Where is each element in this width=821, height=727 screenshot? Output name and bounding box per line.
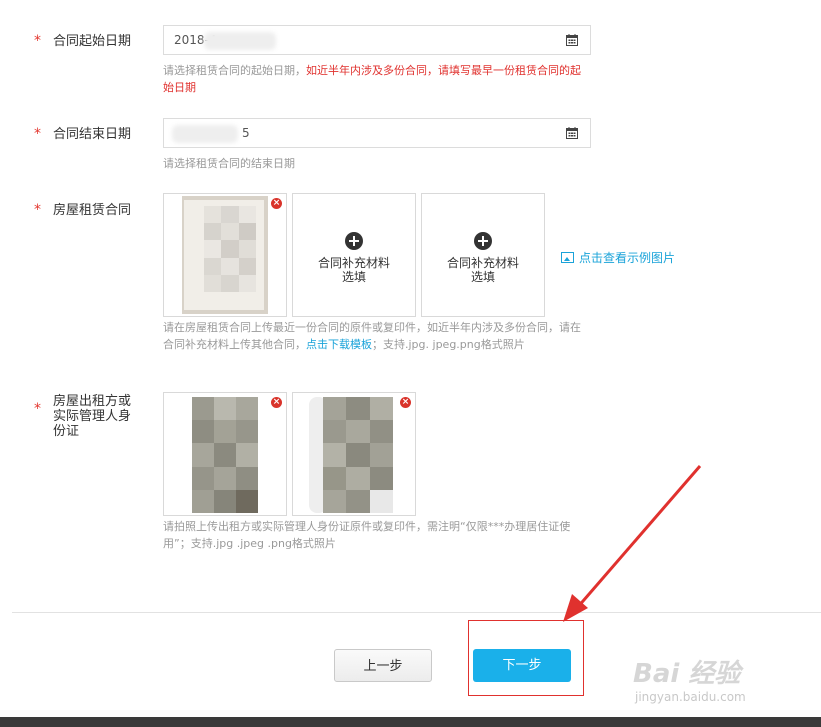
bottom-bar xyxy=(0,717,821,727)
watermark-logo: Bai 经验 xyxy=(633,659,741,689)
annotation-arrow xyxy=(563,465,702,622)
watermark-url: jingyan.baidu.com xyxy=(635,690,746,704)
